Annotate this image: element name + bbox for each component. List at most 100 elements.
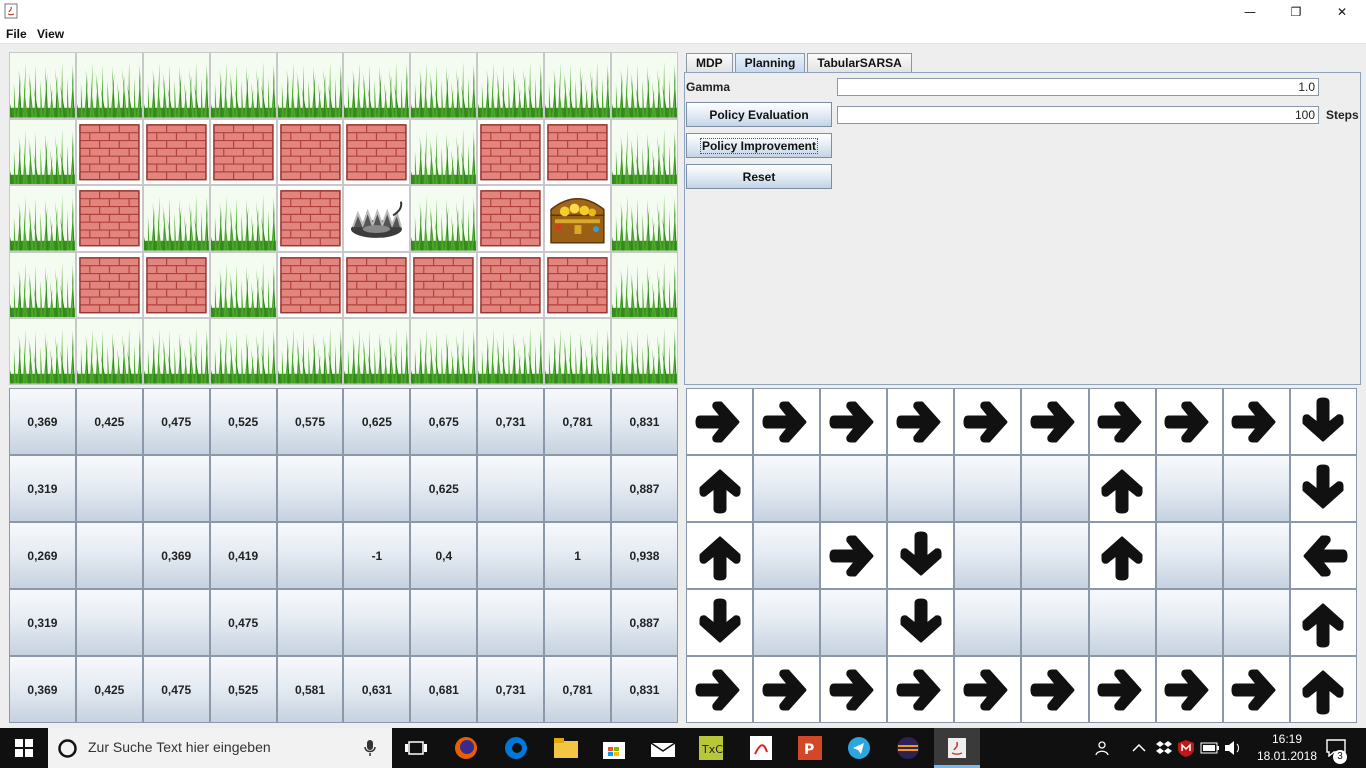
arrow-right-icon (963, 669, 1008, 710)
tab-tabular-sarsa[interactable]: TabularSARSA (807, 53, 912, 72)
wall-tile (410, 251, 478, 319)
chevron-up-icon[interactable] (1127, 736, 1151, 760)
close-button[interactable]: ✕ (1319, 0, 1365, 24)
volume-icon[interactable] (1221, 736, 1245, 760)
minimize-button[interactable]: — (1227, 0, 1273, 24)
policy-cell (1289, 589, 1357, 656)
value-cell (477, 522, 545, 589)
dropbox-icon[interactable] (1152, 736, 1176, 760)
texmaker-icon[interactable]: TxC (699, 736, 723, 760)
policy-cell (753, 522, 821, 589)
value-cell: 0,419 (209, 522, 277, 589)
policy-improvement-button[interactable]: Policy Improvement (686, 133, 832, 158)
menu-file[interactable]: File (6, 27, 27, 41)
policy-cell (820, 589, 888, 656)
value-cell (410, 589, 478, 656)
grass-tile (209, 251, 277, 319)
grass-tile (9, 52, 76, 119)
policy-cell (954, 522, 1022, 589)
edge-icon[interactable] (504, 736, 528, 760)
value-cell (276, 589, 344, 656)
value-cell: 0,887 (611, 589, 678, 656)
arrow-down-icon (1302, 397, 1344, 441)
powerpoint-icon[interactable]: P (798, 736, 822, 760)
grass-tile (209, 52, 277, 119)
tab-mdp[interactable]: MDP (686, 53, 733, 72)
grass-tile (477, 52, 545, 119)
policy-cell (1088, 388, 1156, 455)
notification-count-badge: 3 (1333, 750, 1347, 764)
value-cell: 0,681 (410, 656, 478, 723)
svg-text:TxC: TxC (701, 743, 723, 756)
value-cell (75, 455, 143, 522)
steps-input[interactable]: 100 (837, 106, 1319, 124)
arrow-down-icon (699, 598, 741, 642)
arrow-right-icon (695, 669, 740, 710)
value-cell: 0,319 (9, 455, 76, 522)
value-cell: -1 (343, 522, 411, 589)
store-icon[interactable] (602, 736, 626, 760)
value-cell (343, 589, 411, 656)
value-cell: 0,425 (75, 388, 143, 455)
clock-time[interactable]: 16:19 (1262, 732, 1312, 746)
tab-planning[interactable]: Planning (734, 53, 806, 72)
task-view-icon[interactable] (404, 736, 428, 760)
policy-cell (1155, 455, 1223, 522)
people-icon[interactable] (1092, 736, 1116, 760)
cortana-icon (58, 739, 77, 758)
telegram-icon[interactable] (847, 736, 871, 760)
wall-tile (209, 118, 277, 186)
grass-tile (75, 52, 143, 119)
mail-icon[interactable] (651, 736, 675, 760)
grass-tile (410, 118, 478, 186)
policy-cell (686, 656, 754, 723)
reset-label: Reset (742, 169, 776, 184)
grass-tile (611, 185, 678, 252)
gridworld-map (9, 52, 678, 385)
java-app-taskbar-icon[interactable] (934, 728, 980, 768)
arrow-down-icon (1302, 464, 1344, 508)
windows-start-icon[interactable] (12, 736, 36, 760)
arrow-up-icon (1101, 536, 1143, 580)
value-cell (75, 522, 143, 589)
policy-cell (954, 656, 1022, 723)
firefox-icon[interactable] (454, 736, 478, 760)
value-cell: 0,475 (209, 589, 277, 656)
policy-cell (753, 656, 821, 723)
search-placeholder: Zur Suche Text hier eingeben (88, 739, 271, 755)
arrow-right-icon (1097, 401, 1142, 442)
arrow-right-icon (1030, 669, 1075, 710)
clock-date[interactable]: 18.01.2018 (1252, 749, 1322, 763)
grass-tile (9, 118, 76, 186)
svg-text:P: P (804, 742, 814, 758)
acrobat-icon[interactable] (749, 736, 773, 760)
microphone-icon[interactable] (364, 739, 376, 757)
steps-label: Steps (1326, 108, 1359, 122)
battery-icon[interactable] (1198, 736, 1222, 760)
file-explorer-icon[interactable] (554, 736, 578, 760)
wall-tile (477, 251, 545, 319)
arrow-up-icon (699, 536, 741, 580)
arrow-right-icon (1231, 401, 1276, 442)
policy-cell (1222, 455, 1290, 522)
policy-cell (1222, 388, 1290, 455)
reset-button[interactable]: Reset (686, 164, 832, 189)
policy-evaluation-button[interactable]: Policy Evaluation (686, 102, 832, 127)
policy-cell (1021, 656, 1089, 723)
wall-tile (75, 251, 143, 319)
maximize-button[interactable]: ❐ (1273, 0, 1319, 24)
policy-cell (887, 589, 955, 656)
policy-cell (1021, 388, 1089, 455)
arrow-right-icon (1231, 669, 1276, 710)
trap-tile (343, 185, 411, 252)
mcafee-icon[interactable] (1174, 736, 1198, 760)
policy-cell (1289, 522, 1357, 589)
taskbar-search-box[interactable]: Zur Suche Text hier eingeben (48, 728, 392, 768)
wall-tile (75, 185, 143, 252)
value-cell (544, 455, 612, 522)
wall-tile (142, 251, 210, 319)
eclipse-icon[interactable] (896, 736, 920, 760)
grass-tile (9, 185, 76, 252)
gamma-input[interactable]: 1.0 (837, 78, 1319, 96)
menu-view[interactable]: View (37, 27, 64, 41)
